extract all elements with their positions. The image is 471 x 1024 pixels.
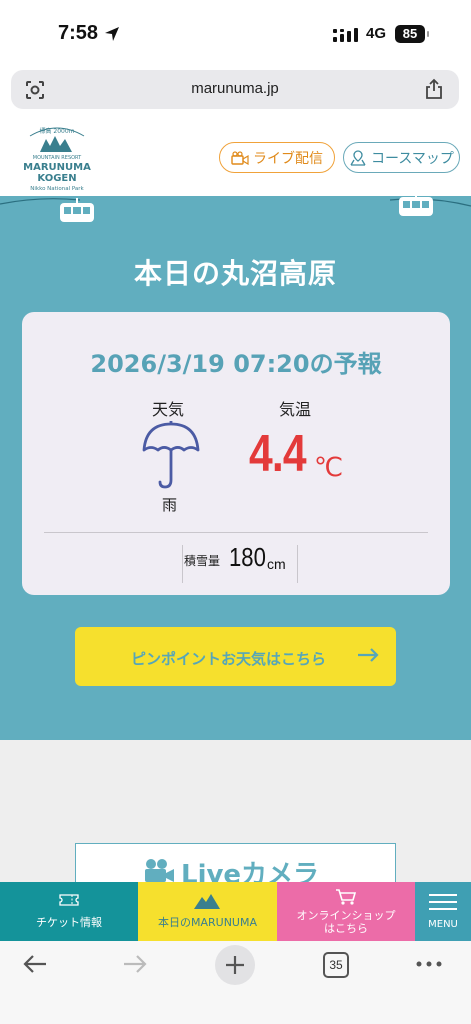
live-stream-label: ライブ配信 — [253, 150, 323, 167]
course-map-button[interactable]: コースマップ — [343, 142, 460, 173]
section-title: 本日の丸沼高原 — [133, 257, 337, 290]
svg-text:MOUNTAIN RESORT: MOUNTAIN RESORT — [33, 155, 82, 161]
nav-shop-label-1: オンラインショップ — [296, 909, 396, 922]
battery-icon: 85 — [395, 25, 425, 43]
network-type: 4G — [366, 25, 387, 42]
snow-depth-unit: cm — [267, 556, 286, 572]
nav-shop-label-2: はこちら — [324, 922, 368, 935]
temperature-label: 気温 — [279, 400, 312, 419]
movie-camera-icon — [145, 859, 174, 882]
nav-today-marunuma[interactable]: 本日のMARUNUMA — [138, 882, 277, 941]
nav-ticket-info[interactable]: チケット情報 — [0, 882, 138, 941]
more-options-icon[interactable] — [416, 961, 442, 967]
nav-menu[interactable]: MENU — [415, 882, 471, 941]
video-camera-icon — [231, 150, 249, 165]
svg-text:KOGEN: KOGEN — [37, 173, 76, 184]
pinpoint-weather-button[interactable]: ピンポイントお天気はこちら — [75, 627, 396, 686]
umbrella-icon — [142, 421, 200, 489]
mountain-icon — [194, 894, 220, 909]
svg-text:MARUNUMA: MARUNUMA — [23, 162, 91, 173]
temperature-value: 4.4 — [249, 425, 307, 483]
address-bar[interactable]: marunuma.jp — [11, 70, 459, 109]
live-stream-button[interactable]: ライブ配信 — [219, 142, 335, 173]
site-header: 標高 2000m MOUNTAIN RESORT MARUNUMA KOGEN … — [0, 118, 471, 200]
snow-divider-left — [182, 545, 183, 583]
card-divider — [44, 532, 428, 533]
pinpoint-weather-label: ピンポイントお天気はこちら — [131, 650, 327, 668]
arrow-right-icon — [358, 648, 379, 662]
temperature-unit: ℃ — [314, 452, 344, 482]
nav-online-shop[interactable]: オンラインショップ はこちら — [277, 882, 415, 941]
shopping-cart-icon — [336, 889, 357, 905]
weather-value: 雨 — [162, 496, 178, 514]
snow-depth-value: 180 — [229, 542, 266, 572]
browser-toolbar: 35 — [0, 941, 471, 1024]
battery-tip — [427, 31, 429, 37]
location-arrow-icon — [105, 27, 119, 41]
status-bar: 7:58 4G 85 — [0, 0, 471, 68]
map-pin-icon — [350, 149, 366, 166]
nav-menu-label: MENU — [428, 919, 458, 930]
status-time: 7:58 — [58, 22, 99, 44]
forward-arrow-icon[interactable] — [122, 954, 148, 974]
ticket-icon — [59, 894, 79, 906]
nav-today-label: 本日のMARUNUMA — [157, 916, 257, 929]
gondola-icon — [399, 192, 433, 216]
svg-text:Nikko National Park: Nikko National Park — [30, 186, 84, 192]
mountain-silhouette — [0, 743, 471, 775]
snow-divider-right — [297, 545, 298, 583]
svg-text:標高 2000m: 標高 2000m — [39, 127, 74, 135]
course-map-label: コースマップ — [371, 150, 454, 167]
tab-count-button[interactable]: 35 — [323, 952, 349, 978]
weather-card: 2026/3/19 07:20の予報 天気 気温 雨 4.4 ℃ 積雪量 180… — [22, 312, 450, 595]
weather-label: 天気 — [152, 400, 185, 419]
page: 7:58 4G 85 marunuma.jp 標高 2000m MOUNTAIN… — [0, 0, 471, 1024]
forecast-title: 2026/3/19 07:20の予報 — [90, 350, 382, 378]
nav-ticket-label: チケット情報 — [36, 916, 102, 929]
hamburger-icon — [429, 894, 457, 910]
bottom-navigation: チケット情報 本日のMARUNUMA オンラインショップ はこちら MENU — [0, 882, 471, 941]
url-text[interactable]: marunuma.jp — [11, 80, 459, 97]
new-tab-button[interactable] — [215, 945, 255, 985]
gondola-icon — [60, 198, 94, 222]
snow-depth-label: 積雪量 — [184, 554, 221, 568]
signal-icon — [333, 28, 358, 42]
plus-icon — [226, 956, 244, 974]
marunuma-logo[interactable]: 標高 2000m MOUNTAIN RESORT MARUNUMA KOGEN … — [22, 122, 92, 196]
back-arrow-icon[interactable] — [22, 954, 48, 974]
share-icon[interactable] — [424, 78, 444, 100]
